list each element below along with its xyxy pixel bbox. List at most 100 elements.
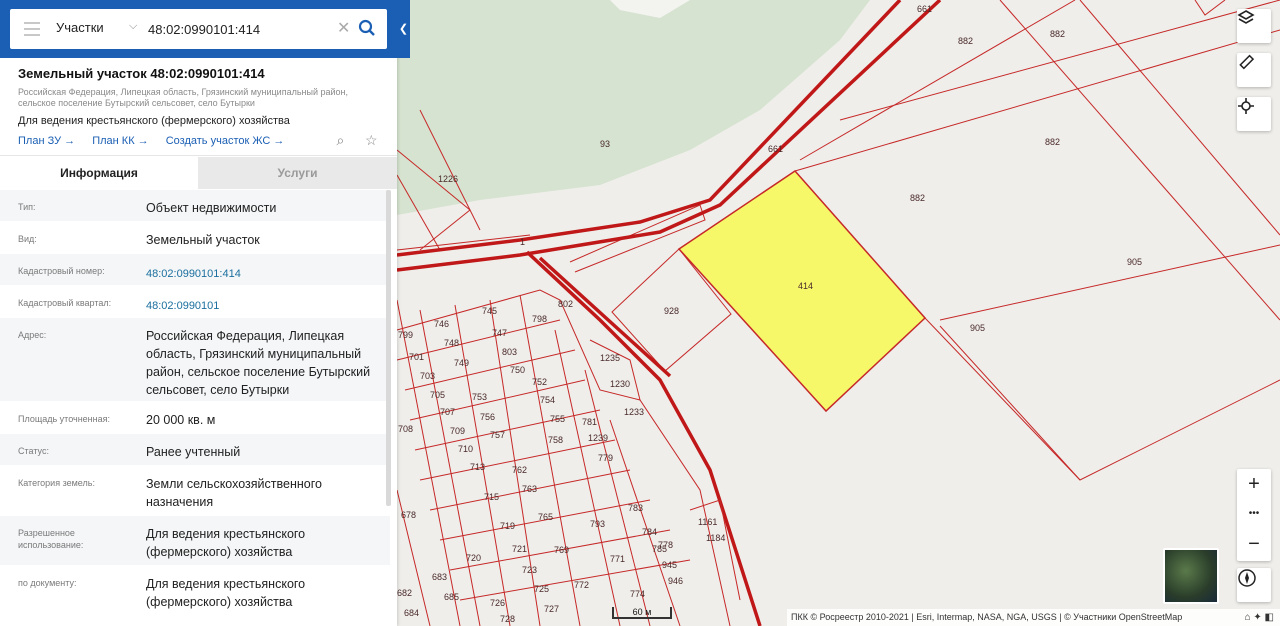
- row-key: Статус:: [18, 446, 49, 456]
- object-links: План ЗУ → План КК → Создать участок ЖС →: [18, 135, 298, 147]
- label-750: 750: [510, 365, 525, 375]
- locate-button[interactable]: [1237, 97, 1271, 131]
- doc-search-icon[interactable]: ⌕: [337, 132, 353, 148]
- basemap-thumbnail[interactable]: [1163, 548, 1219, 604]
- label-701: 701: [409, 352, 424, 362]
- label-713: 713: [470, 462, 485, 472]
- search-icon[interactable]: [358, 19, 376, 37]
- object-address: Российская Федерация, Липецкая область, …: [18, 87, 348, 108]
- row-value: Объект недвижимости: [146, 201, 277, 215]
- label-1226: 1226: [438, 174, 458, 184]
- label-945: 945: [662, 560, 677, 570]
- zoom-more-button[interactable]: •••: [1237, 499, 1271, 529]
- search-input[interactable]: [148, 15, 338, 43]
- label-753: 753: [472, 392, 487, 402]
- label-785: 785: [652, 544, 667, 554]
- table-row: Площадь уточненная: 20 000 кв. м: [0, 402, 390, 434]
- label-752: 752: [532, 377, 547, 387]
- tab-services[interactable]: Услуги: [198, 157, 397, 189]
- attribution-text: ПКК © Росреестр 2010-2021 | Esri, Interm…: [791, 612, 1183, 622]
- table-row: Тип: Объект недвижимости: [0, 190, 390, 222]
- label-946: 946: [668, 576, 683, 586]
- label-882: 882: [1045, 137, 1060, 147]
- label-771: 771: [610, 554, 625, 564]
- label-746: 746: [434, 319, 449, 329]
- plan-zu-link[interactable]: План ЗУ →: [18, 135, 75, 147]
- label-783: 783: [628, 503, 643, 513]
- label-684: 684: [404, 608, 419, 618]
- tab-info[interactable]: Информация: [0, 157, 198, 189]
- label-758: 758: [548, 435, 563, 445]
- crosshair-icon: [1238, 98, 1254, 114]
- row-key: Кадастровый квартал:: [18, 298, 112, 308]
- row-value: 20 000 кв. м: [146, 413, 216, 427]
- close-icon[interactable]: ✕: [337, 18, 350, 38]
- label-882: 882: [910, 193, 925, 203]
- search-box: Участки ⌵ ✕: [10, 9, 387, 49]
- row-key: Тип:: [18, 202, 36, 212]
- row-value: Для ведения крестьянского (фермерского) …: [146, 527, 306, 559]
- tabs: Информация Услуги: [0, 157, 397, 189]
- label-756: 756: [480, 412, 495, 422]
- star-icon[interactable]: ☆: [365, 132, 381, 148]
- label-772: 772: [574, 580, 589, 590]
- label-793: 793: [590, 519, 605, 529]
- info-table: Тип: Объект недвижимости Вид: Земельный …: [0, 190, 390, 616]
- label-779: 779: [598, 453, 613, 463]
- app-root: 414 882 882 882 882 905 905 928 93 661 6…: [0, 0, 1280, 626]
- measure-button[interactable]: [1237, 53, 1271, 87]
- plan-kk-link[interactable]: План КК →: [92, 135, 148, 147]
- label-774: 774: [630, 589, 645, 599]
- zoom-out-button[interactable]: −: [1237, 529, 1271, 559]
- label-784: 784: [642, 527, 657, 537]
- label-1239: 1239: [588, 433, 608, 443]
- label-928: 928: [664, 306, 679, 316]
- object-title: Земельный участок 48:02:0990101:414: [18, 66, 265, 81]
- label-755: 755: [550, 414, 565, 424]
- compass-icon: [1238, 569, 1256, 587]
- label-798: 798: [532, 314, 547, 324]
- label-93: 93: [600, 139, 610, 149]
- collapse-panel-button[interactable]: ❮: [397, 0, 410, 58]
- cadastral-quarter-link[interactable]: 48:02:0990101: [146, 286, 390, 317]
- table-row: Разрешенное использование: Для ведения к…: [0, 516, 390, 566]
- table-row: Кадастровый номер: 48:02:0990101:414: [0, 254, 390, 286]
- label-1: 1: [520, 237, 525, 247]
- label-726: 726: [490, 598, 505, 608]
- create-zs-link[interactable]: Создать участок ЖС →: [166, 135, 285, 147]
- label-683: 683: [432, 572, 447, 582]
- layers-icon: [1237, 10, 1255, 24]
- table-row: Статус: Ранее учтенный: [0, 434, 390, 466]
- cadastral-number-link[interactable]: 48:02:0990101:414: [146, 254, 390, 285]
- label-781: 781: [582, 417, 597, 427]
- map-attribution: ПКК © Росреестр 2010-2021 | Esri, Interm…: [787, 609, 1280, 626]
- row-value: Земельный участок: [146, 233, 260, 247]
- compass-button[interactable]: [1237, 568, 1271, 602]
- label-707: 707: [440, 407, 455, 417]
- chevron-down-icon[interactable]: ⌵: [129, 20, 137, 33]
- row-value: Российская Федерация, Липецкая область, …: [146, 329, 371, 397]
- row-key: Кадастровый номер:: [18, 266, 105, 276]
- info-panel: Участки ⌵ ✕ Земельный участок 48:02:0990…: [0, 0, 397, 626]
- row-value: Для ведения крестьянского (фермерского) …: [146, 577, 306, 609]
- label-882: 882: [1050, 29, 1065, 39]
- zoom-in-button[interactable]: +: [1237, 469, 1271, 499]
- scrollbar[interactable]: [386, 190, 391, 506]
- layers-button[interactable]: [1237, 9, 1271, 43]
- label-721: 721: [512, 544, 527, 554]
- label-1230: 1230: [610, 379, 630, 389]
- row-key: Разрешенное использование:: [18, 528, 84, 550]
- menu-icon[interactable]: [24, 22, 40, 36]
- label-719: 719: [500, 521, 515, 531]
- label-709: 709: [450, 426, 465, 436]
- label-745: 745: [482, 306, 497, 316]
- label-748: 748: [444, 338, 459, 348]
- label-710: 710: [458, 444, 473, 454]
- category-select[interactable]: Участки: [56, 20, 104, 35]
- label-882: 882: [958, 36, 973, 46]
- attribution-icons[interactable]: ⌂ ✦ ◧: [1245, 609, 1274, 626]
- search-bar: Участки ⌵ ✕: [0, 0, 397, 58]
- label-678: 678: [401, 510, 416, 520]
- label-727: 727: [544, 604, 559, 614]
- label-705: 705: [430, 390, 445, 400]
